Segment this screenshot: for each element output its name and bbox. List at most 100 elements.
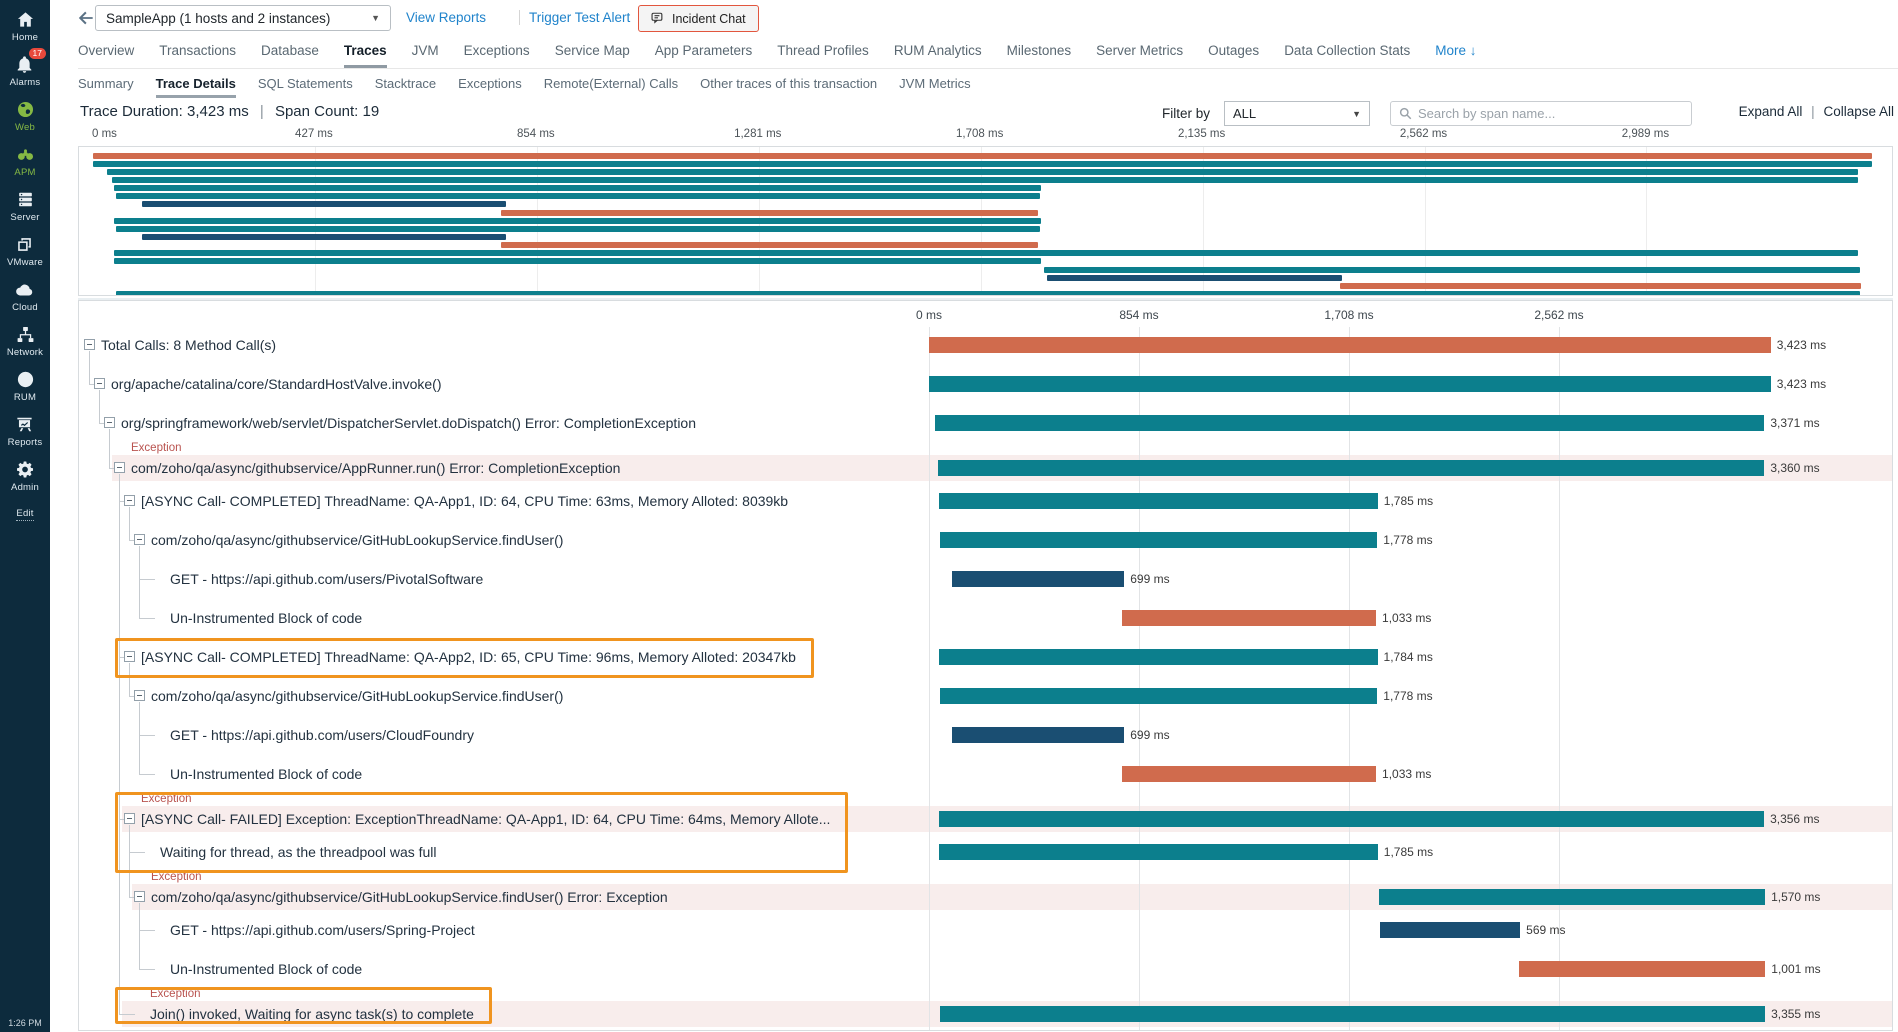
span-label[interactable]: [ASYNC Call- COMPLETED] ThreadName: QA-A… [141,648,796,666]
span-row-com-zoho-qa-async-githubservice-githublo[interactable]: com/zoho/qa/async/githubservice/GitHubLo… [79,676,1892,715]
sidebar-item-admin[interactable]: Admin [11,459,39,493]
sidebar-item-apm[interactable]: APM [14,144,35,178]
collapse-toggle-icon[interactable] [124,813,135,824]
collapse-toggle-icon[interactable] [124,495,135,506]
tab-milestones[interactable]: Milestones [1007,43,1072,68]
sidebar-item-web[interactable]: Web [15,99,35,133]
span-duration-bar[interactable] [938,493,1378,509]
span-row-un-instrumented-block-of-code[interactable]: Un-Instrumented Block of code 1,033 ms [79,598,1892,637]
subtab-jvm-metrics[interactable]: JVM Metrics [899,76,971,98]
span-row-get-https-api-github-com-users-spring-pr[interactable]: GET - https://api.github.com/users/Sprin… [79,910,1892,949]
tab-more[interactable]: More ↓ [1435,43,1476,68]
span-row-un-instrumented-block-of-code[interactable]: Un-Instrumented Block of code 1,033 ms [79,754,1892,793]
tab-data-collection-stats[interactable]: Data Collection Stats [1284,43,1410,68]
span-row-get-https-api-github-com-users-cloudfoun[interactable]: GET - https://api.github.com/users/Cloud… [79,715,1892,754]
tab-outages[interactable]: Outages [1208,43,1259,68]
span-duration-bar[interactable] [952,571,1125,587]
subtab-trace-details[interactable]: Trace Details [155,76,236,98]
tab-app-parameters[interactable]: App Parameters [655,43,753,68]
tab-overview[interactable]: Overview [78,43,134,68]
span-duration-bar[interactable] [1122,610,1377,626]
trigger-test-alert-link[interactable]: Trigger Test Alert [529,10,630,25]
span-label[interactable]: com/zoho/qa/async/githubservice/GitHubLo… [151,531,563,549]
span-row-join-invoked-waiting-for-async-task-s-to[interactable]: Exception Join() invoked, Waiting for asy… [79,988,1892,1027]
span-row-com-zoho-qa-async-githubservice-githublo[interactable]: com/zoho/qa/async/githubservice/GitHubLo… [79,520,1892,559]
subtab-stacktrace[interactable]: Stacktrace [375,76,436,98]
span-duration-bar[interactable] [1122,766,1377,782]
subtab-remote-external-calls[interactable]: Remote(External) Calls [544,76,678,98]
span-label[interactable]: com/zoho/qa/async/githubservice/GitHubLo… [151,687,563,705]
span-label[interactable]: com/zoho/qa/async/githubservice/AppRunne… [131,459,620,477]
span-duration-bar[interactable] [940,688,1378,704]
span-label[interactable]: Total Calls: 8 Method Call(s) [101,336,276,354]
span-duration-bar[interactable] [1519,961,1766,977]
sidebar-item-vmware[interactable]: VMware [7,234,43,268]
sidebar-item-rum[interactable]: RUM [14,369,36,403]
subtab-sql-statements[interactable]: SQL Statements [258,76,353,98]
span-label[interactable]: org/springframework/web/servlet/Dispatch… [121,414,696,432]
sidebar-item-cloud[interactable]: Cloud [12,279,38,313]
span-duration-bar[interactable] [938,811,1765,827]
span-label[interactable]: com/zoho/qa/async/githubservice/GitHubLo… [151,888,668,906]
collapse-all-link[interactable]: Collapse All [1823,104,1894,119]
span-duration-bar[interactable] [938,649,1378,665]
tab-traces[interactable]: Traces [343,43,387,68]
app-selector-dropdown[interactable]: SampleApp (1 hosts and 2 instances) ▼ [95,5,391,31]
span-label[interactable]: Un-Instrumented Block of code [170,609,362,627]
tab-jvm[interactable]: JVM [412,43,439,68]
span-label[interactable]: Un-Instrumented Block of code [170,765,362,783]
span-row-org-springframework-web-servlet-dispatch[interactable]: org/springframework/web/servlet/Dispatch… [79,403,1892,442]
span-label[interactable]: [ASYNC Call- COMPLETED] ThreadName: QA-A… [141,492,788,510]
span-duration-bar[interactable] [940,532,1378,548]
sidebar-item-edit[interactable]: Edit [16,504,34,521]
collapse-toggle-icon[interactable] [114,462,125,473]
sidebar-item-home[interactable]: Home [12,9,38,43]
span-row-org-apache-catalina-core-standardhostval[interactable]: org/apache/catalina/core/StandardHostVal… [79,364,1892,403]
span-row-com-zoho-qa-async-githubservice-githublo[interactable]: Exception com/zoho/qa/async/githubservice… [79,871,1892,910]
span-duration-bar[interactable] [1379,889,1766,905]
span-duration-bar[interactable] [952,727,1125,743]
sidebar-item-reports[interactable]: Reports [8,414,43,448]
span-row-un-instrumented-block-of-code[interactable]: Un-Instrumented Block of code 1,001 ms [79,949,1892,988]
tab-rum-analytics[interactable]: RUM Analytics [894,43,982,68]
sidebar-item-server[interactable]: Server [10,189,39,223]
collapse-toggle-icon[interactable] [104,417,115,428]
collapse-toggle-icon[interactable] [124,651,135,662]
tab-server-metrics[interactable]: Server Metrics [1096,43,1183,68]
span-duration-bar[interactable] [940,1006,1766,1022]
span-label[interactable]: GET - https://api.github.com/users/Cloud… [170,726,474,744]
span-row-com-zoho-qa-async-githubservice-apprunne[interactable]: Exception com/zoho/qa/async/githubservice… [79,442,1892,481]
span-row-waiting-for-thread-as-the-threadpool-was[interactable]: Waiting for thread, as the threadpool wa… [79,832,1892,871]
span-label[interactable]: Un-Instrumented Block of code [170,960,362,978]
expand-all-link[interactable]: Expand All [1739,104,1803,119]
span-label[interactable]: org/apache/catalina/core/StandardHostVal… [111,375,441,393]
tab-service-map[interactable]: Service Map [555,43,630,68]
collapse-toggle-icon[interactable] [94,378,105,389]
span-label[interactable]: [ASYNC Call- FAILED] Exception: Exceptio… [141,810,830,828]
span-row-async-call-failed-exception-exceptionthr[interactable]: Exception [ASYNC Call- FAILED] Exception:… [79,793,1892,832]
tab-exceptions[interactable]: Exceptions [464,43,530,68]
back-button[interactable] [76,8,96,28]
collapse-toggle-icon[interactable] [134,690,145,701]
span-label[interactable]: Waiting for thread, as the threadpool wa… [160,843,437,861]
span-label[interactable]: GET - https://api.github.com/users/Pivot… [170,570,483,588]
span-search-input[interactable] [1418,106,1683,121]
incident-chat-button[interactable]: Incident Chat [638,5,759,32]
span-row-async-call-completed-threadname-qa-app1-[interactable]: [ASYNC Call- COMPLETED] ThreadName: QA-A… [79,481,1892,520]
span-duration-bar[interactable] [938,460,1765,476]
span-label[interactable]: Join() invoked, Waiting for async task(s… [150,1005,474,1023]
sidebar-item-network[interactable]: Network [7,324,43,358]
tab-database[interactable]: Database [261,43,319,68]
view-reports-link[interactable]: View Reports [406,10,486,25]
collapse-toggle-icon[interactable] [134,534,145,545]
span-duration-bar[interactable] [935,415,1765,431]
span-row-total-calls-8-method-call-s[interactable]: Total Calls: 8 Method Call(s) 3,423 ms [79,325,1892,364]
span-duration-bar[interactable] [938,844,1378,860]
span-row-get-https-api-github-com-users-pivotalso[interactable]: GET - https://api.github.com/users/Pivot… [79,559,1892,598]
span-label[interactable]: GET - https://api.github.com/users/Sprin… [170,921,475,939]
span-row-async-call-completed-threadname-qa-app2-[interactable]: [ASYNC Call- COMPLETED] ThreadName: QA-A… [79,637,1892,676]
collapse-toggle-icon[interactable] [134,891,145,902]
span-duration-bar[interactable] [1380,922,1521,938]
subtab-exceptions[interactable]: Exceptions [458,76,522,98]
tab-transactions[interactable]: Transactions [159,43,236,68]
